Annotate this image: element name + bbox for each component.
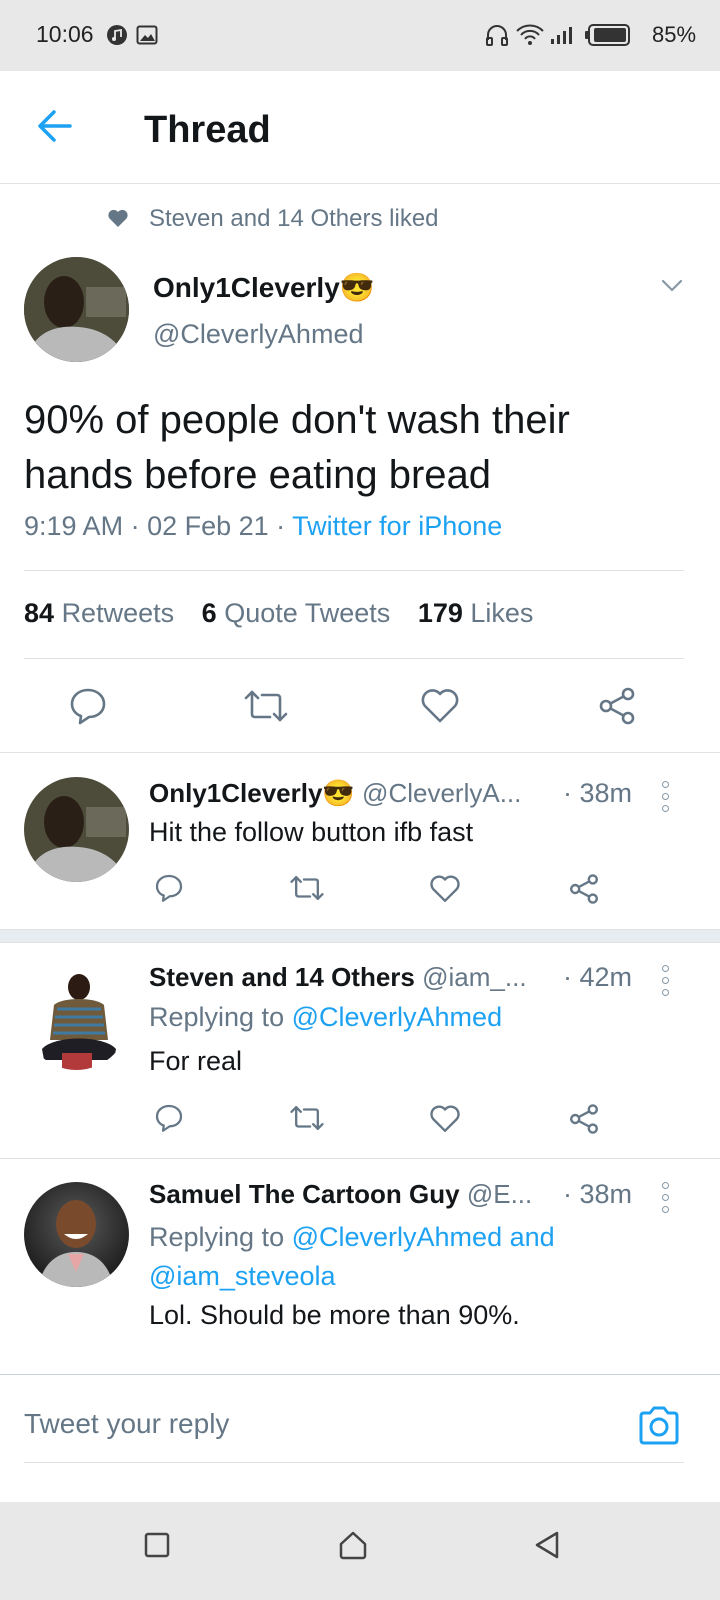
tweet-text: 90% of people don't wash their hands bef… xyxy=(24,398,570,497)
music-notification-icon xyxy=(107,25,127,45)
social-context[interactable]: Steven and 14 Others liked xyxy=(149,205,439,233)
like-icon[interactable] xyxy=(429,874,461,904)
divider xyxy=(24,570,684,571)
image-notification-icon xyxy=(136,25,158,45)
replying-to-prefix: Replying to xyxy=(149,1222,285,1252)
quotes-stat[interactable]: 6 Quote Tweets xyxy=(202,598,391,628)
battery-percent: 85% xyxy=(652,22,697,47)
replying-to: Replying to @CleverlyAhmed and @iam_stev… xyxy=(149,1218,555,1296)
reply-icon[interactable] xyxy=(68,686,108,726)
reply-header: Only1Cleverly😎 @CleverlyA... xyxy=(149,778,521,809)
retweets-count: 84 xyxy=(24,598,55,628)
signal-icon xyxy=(551,27,572,44)
retweet-icon[interactable] xyxy=(290,1104,324,1132)
more-options-icon[interactable] xyxy=(662,965,670,1001)
like-icon[interactable] xyxy=(429,1104,461,1134)
replying-to-link-2[interactable]: @iam_steveola xyxy=(149,1261,336,1291)
reply-author-handle[interactable]: @CleverlyA... xyxy=(362,778,521,808)
compose-placeholder[interactable]: Tweet your reply xyxy=(24,1408,229,1440)
replying-to-link[interactable]: @CleverlyAhmed and xyxy=(292,1222,555,1252)
author-avatar[interactable] xyxy=(24,257,129,362)
heart-filled-icon xyxy=(108,209,128,227)
reply-text: For real xyxy=(149,1046,243,1076)
retweets-stat[interactable]: 84 Retweets xyxy=(24,598,174,628)
reply-time: · 38m xyxy=(563,1179,633,1209)
reply-text: Lol. Should be more than 90%. xyxy=(149,1300,520,1330)
reply-icon[interactable] xyxy=(154,873,184,903)
reply-author-name[interactable]: Steven and 14 Others xyxy=(149,962,415,992)
more-options-icon[interactable] xyxy=(662,1182,670,1218)
reply-avatar[interactable] xyxy=(24,965,129,1070)
author-name[interactable]: Only1Cleverly😎 xyxy=(153,271,375,304)
replying-to: Replying to @CleverlyAhmed xyxy=(149,1002,502,1033)
tweet-meta: 9:19 AM · 02 Feb 21 · Twitter for iPhone xyxy=(24,511,503,541)
retweet-icon[interactable] xyxy=(290,874,324,902)
wifi-icon xyxy=(516,24,544,45)
share-icon[interactable] xyxy=(568,873,600,905)
tweet-stats: 84 Retweets 6 Quote Tweets 179 Likes xyxy=(24,598,533,629)
battery-icon xyxy=(585,24,630,46)
author-handle[interactable]: @CleverlyAhmed xyxy=(153,319,363,350)
headphones-icon xyxy=(486,25,508,46)
more-options-icon[interactable] xyxy=(662,781,670,817)
reply-text: Hit the follow button ifb fast xyxy=(149,817,474,847)
chevron-down-icon[interactable] xyxy=(660,278,684,294)
back-nav-icon[interactable] xyxy=(533,1530,561,1560)
retweet-icon[interactable] xyxy=(244,688,288,724)
likes-count: 179 xyxy=(417,598,463,628)
quotes-label: Quote Tweets xyxy=(224,598,391,628)
back-arrow-icon[interactable] xyxy=(36,108,74,144)
reply-author-name[interactable]: Only1Cleverly😎 xyxy=(149,778,355,808)
retweets-label: Retweets xyxy=(61,598,175,628)
reply-author-name[interactable]: Samuel The Cartoon Guy xyxy=(149,1179,460,1209)
reply-author-handle[interactable]: @E... xyxy=(467,1179,532,1209)
replying-to-link[interactable]: @CleverlyAhmed xyxy=(292,1002,502,1032)
likes-stat[interactable]: 179 Likes xyxy=(418,598,534,628)
reply-time: · 38m xyxy=(563,778,633,808)
share-icon[interactable] xyxy=(597,686,637,726)
camera-icon[interactable] xyxy=(637,1404,681,1446)
like-icon[interactable] xyxy=(420,687,460,725)
likes-label: Likes xyxy=(470,598,534,628)
recents-icon[interactable] xyxy=(144,1532,170,1558)
status-time: 10:06 xyxy=(36,21,94,47)
reply-compose[interactable]: Tweet your reply xyxy=(24,1375,684,1463)
system-nav-bar xyxy=(0,1502,720,1600)
tweet-source[interactable]: Twitter for iPhone xyxy=(292,511,502,541)
divider xyxy=(24,658,684,659)
tweet-time: 9:19 AM xyxy=(24,511,124,541)
reply-header: Steven and 14 Others @iam_... xyxy=(149,962,527,993)
reply-icon[interactable] xyxy=(154,1103,184,1133)
share-icon[interactable] xyxy=(568,1103,600,1135)
reply-author-handle[interactable]: @iam_... xyxy=(422,962,526,992)
page-title: Thread xyxy=(144,109,271,151)
home-icon[interactable] xyxy=(338,1530,368,1560)
tweet-date: 02 Feb 21 xyxy=(147,511,269,541)
reply-header: Samuel The Cartoon Guy @E... xyxy=(149,1179,532,1210)
replying-to-prefix: Replying to xyxy=(149,1002,285,1032)
status-bar: 10:06 85% xyxy=(0,0,720,71)
reply-avatar[interactable] xyxy=(24,777,129,882)
quotes-count: 6 xyxy=(201,598,217,628)
section-separator xyxy=(0,929,720,943)
reply-avatar[interactable] xyxy=(24,1182,129,1287)
reply-time: · 42m xyxy=(563,962,633,992)
thread-header xyxy=(0,71,720,184)
